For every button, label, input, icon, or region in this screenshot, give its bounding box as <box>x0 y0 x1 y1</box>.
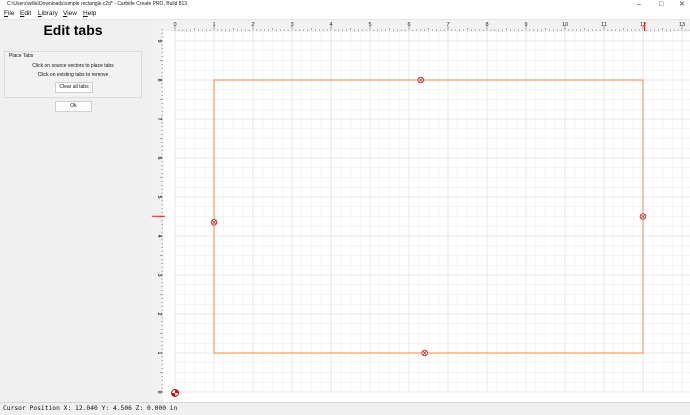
y-ruler-label: 4 <box>156 234 162 237</box>
y-ruler-label: 6 <box>156 156 162 159</box>
menu-bar: File Edit Library View Help <box>0 9 690 20</box>
x-ruler-label: 8 <box>485 22 488 28</box>
y-ruler-label: 3 <box>156 273 162 276</box>
y-ruler-label: 2 <box>156 312 162 315</box>
menu-file[interactable]: File <box>4 9 15 19</box>
close-icon[interactable]: ✕ <box>679 0 685 9</box>
y-ruler-label: 0 <box>156 390 162 393</box>
tab-marker-icon[interactable] <box>639 213 647 220</box>
x-ruler-label: 11 <box>601 22 607 28</box>
panel-heading: Edit tabs <box>43 22 103 38</box>
x-ruler-label: 4 <box>329 22 332 28</box>
y-ruler-label: 7 <box>156 117 162 120</box>
tab-marker-icon[interactable] <box>210 219 218 226</box>
menu-edit[interactable]: Edit <box>20 9 31 19</box>
x-ruler-label: 10 <box>562 22 568 28</box>
horizontal-ruler <box>152 20 690 31</box>
title-bar: C:\Users\willa\Downloads\simple rectangl… <box>0 0 690 9</box>
y-ruler-label: 8 <box>156 78 162 81</box>
x-ruler-label: 7 <box>446 22 449 28</box>
menu-view[interactable]: View <box>63 9 77 19</box>
y-ruler-label: 5 <box>156 195 162 198</box>
x-ruler-label: 2 <box>251 22 254 28</box>
origin-icon <box>171 389 179 397</box>
tab-marker-icon[interactable] <box>417 76 424 84</box>
menu-help[interactable]: Help <box>83 9 96 19</box>
y-ruler-label: 9 <box>156 39 162 42</box>
menu-library[interactable]: Library <box>38 9 58 19</box>
ok-button[interactable]: Ok <box>55 101 92 112</box>
minimize-icon[interactable]: – <box>637 0 641 9</box>
cursor-position: Cursor Position X: 12.040 Y: 4.506 Z: 0.… <box>3 405 178 412</box>
x-ruler-label: 3 <box>290 22 293 28</box>
window-title: C:\Users\willa\Downloads\simple rectangl… <box>7 1 188 7</box>
maximize-icon[interactable]: □ <box>659 0 663 9</box>
clear-all-tabs-button[interactable]: Clear all tabs <box>55 82 93 93</box>
x-ruler-label: 0 <box>173 22 176 28</box>
status-bar: Cursor Position X: 12.040 Y: 4.506 Z: 0.… <box>0 402 690 415</box>
x-ruler-label: 5 <box>368 22 371 28</box>
x-ruler-label: 13 <box>679 22 685 28</box>
design-canvas[interactable]: 0 1 2 3 4 5 6 7 8 9 10 11 12 13 9876543210 <box>152 20 690 402</box>
x-ruler-label: 6 <box>407 22 410 28</box>
instruction-remove: Click on existing tabs to remove <box>37 72 109 78</box>
x-ruler-label: 9 <box>524 22 527 28</box>
x-ruler-label: 12 <box>640 22 646 28</box>
tab-marker-icon[interactable] <box>421 349 428 357</box>
y-ruler-label: 1 <box>156 351 162 354</box>
place-tabs-label: Place Tabs <box>9 53 34 59</box>
x-ruler-label: 1 <box>212 22 215 28</box>
instruction-place: Click on source vectors to place tabs <box>32 63 114 69</box>
